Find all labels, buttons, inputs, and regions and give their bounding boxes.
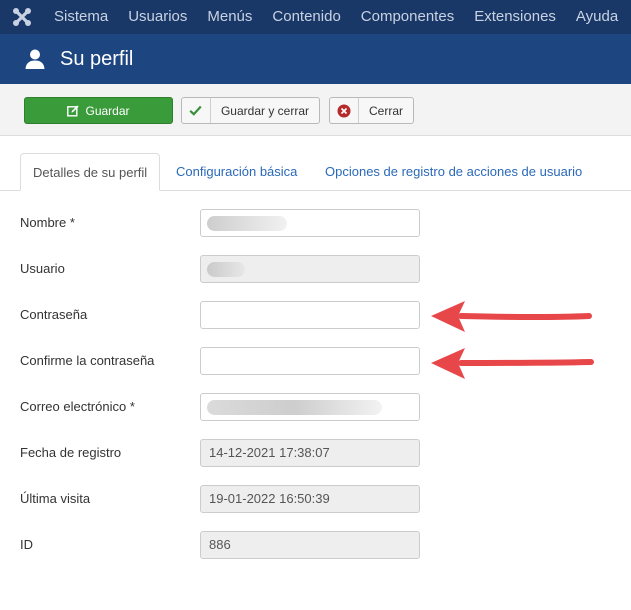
password-input[interactable]: [200, 301, 420, 329]
menu-usuarios[interactable]: Usuarios: [118, 0, 197, 34]
id-row: ID 886: [0, 531, 631, 561]
last-visit-label: Última visita: [20, 491, 91, 506]
joomla-logo-icon[interactable]: [0, 0, 44, 34]
registered-date-field: 14-12-2021 17:38:07: [200, 439, 420, 467]
tab-profile-details[interactable]: Detalles de su perfil: [20, 153, 161, 191]
tab-bar: Detalles de su perfil Configuración bási…: [0, 153, 631, 191]
last-visit-row: Última visita 19-01-2022 16:50:39: [0, 485, 631, 515]
menu-menus[interactable]: Menús: [197, 0, 262, 34]
registered-row: Fecha de registro 14-12-2021 17:38:07: [0, 439, 631, 469]
redacted-value: [207, 400, 382, 415]
name-input[interactable]: [200, 209, 420, 237]
menu-ayuda[interactable]: Ayuda: [566, 0, 628, 34]
check-icon: [182, 98, 211, 123]
name-row: Nombre *: [0, 209, 631, 239]
tab-action-log-options[interactable]: Opciones de registro de acciones de usua…: [325, 153, 582, 191]
name-label: Nombre *: [20, 215, 75, 230]
redacted-value: [207, 262, 245, 277]
menu-componentes[interactable]: Componentes: [351, 0, 464, 34]
save-button-label: Guardar: [85, 103, 130, 118]
edit-icon: [67, 105, 80, 117]
menu-extensiones[interactable]: Extensiones: [464, 0, 566, 34]
id-label: ID: [20, 537, 33, 552]
id-field: 886: [200, 531, 420, 559]
top-nav: Sistema Usuarios Menús Contenido Compone…: [0, 0, 631, 34]
email-input[interactable]: [200, 393, 420, 421]
toolbar: Guardar Guardar y cerrar Cerrar: [0, 84, 631, 136]
close-button[interactable]: Cerrar: [329, 97, 414, 124]
redacted-value: [207, 216, 287, 231]
confirm-password-label: Confirme la contraseña: [20, 353, 155, 368]
tab-basic-settings[interactable]: Configuración básica: [176, 153, 297, 191]
username-row: Usuario: [0, 255, 631, 285]
confirm-password-input[interactable]: [200, 347, 420, 375]
save-button[interactable]: Guardar: [24, 97, 173, 124]
email-label: Correo electrónico *: [20, 399, 135, 414]
title-bar: Su perfil: [0, 34, 631, 84]
registered-label: Fecha de registro: [20, 445, 122, 460]
last-visit-field: 19-01-2022 16:50:39: [200, 485, 420, 513]
page-title: Su perfil: [60, 47, 134, 70]
close-label: Cerrar: [368, 103, 403, 118]
arrow-left-icon: [431, 301, 592, 332]
save-close-label: Guardar y cerrar: [220, 103, 309, 118]
email-row: Correo electrónico *: [0, 393, 631, 423]
arrow-left-icon: [431, 348, 594, 379]
username-label: Usuario: [20, 261, 65, 276]
close-circle-icon: [330, 98, 359, 123]
username-input: [200, 255, 420, 283]
menu-sistema[interactable]: Sistema: [44, 0, 118, 34]
user-icon: [24, 48, 46, 70]
save-close-button[interactable]: Guardar y cerrar: [181, 97, 320, 124]
password-label: Contraseña: [20, 307, 88, 322]
menu-contenido[interactable]: Contenido: [262, 0, 350, 34]
